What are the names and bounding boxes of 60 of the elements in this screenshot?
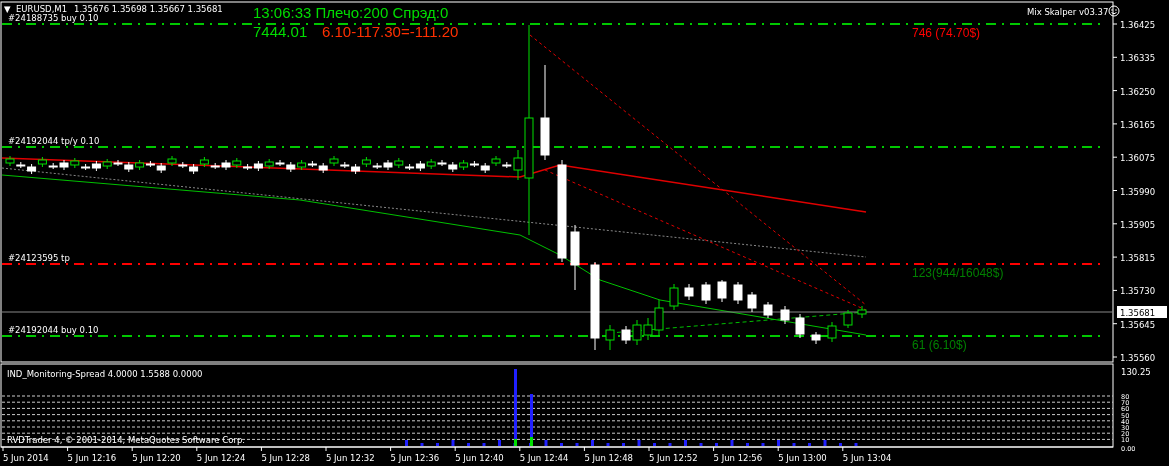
quotes-label: 1.35676 1.35698 1.35667 1.35681 xyxy=(74,4,223,14)
candle xyxy=(795,313,805,339)
candle xyxy=(843,309,853,329)
time-tick: 5 Jun 12:28 xyxy=(261,453,310,463)
price-tick: 1.35990 xyxy=(1120,186,1156,197)
candle xyxy=(669,283,679,311)
candle xyxy=(701,281,711,305)
price-tick: 1.35645 xyxy=(1120,319,1156,330)
price-tick: 1.35905 xyxy=(1120,219,1156,230)
price-tick: 1.36250 xyxy=(1120,86,1156,97)
candle xyxy=(780,305,790,325)
order-result: 123(944/16048$) xyxy=(912,266,1004,280)
candle xyxy=(570,224,580,291)
time-tick: 5 Jun 12:16 xyxy=(67,453,117,463)
price-tick: 1.36335 xyxy=(1120,53,1156,64)
order-label: #24123595 tp xyxy=(8,253,70,263)
indicator-title: IND_Monitoring-Spread 4.0000 1.5588 0.0000 xyxy=(7,369,203,379)
smiley-icon xyxy=(1108,5,1120,17)
time-tick: 5 Jun 12:52 xyxy=(649,453,698,463)
time-tick: 5 Jun 12:48 xyxy=(584,453,633,463)
time-tick: 5 Jun 13:00 xyxy=(778,453,827,463)
price-tick: 1.35560 xyxy=(1120,353,1156,363)
candle xyxy=(857,305,867,319)
time-tick: 5 Jun 2014 xyxy=(3,453,49,463)
price-tick: 1.35815 xyxy=(1120,253,1156,264)
clock-label: 13:06:33 Плечо:200 Спрэд:0 xyxy=(253,4,449,21)
expert-label: Mix Skalper v03.37 xyxy=(1027,7,1109,17)
price-tick: 1.36425 xyxy=(1120,20,1156,30)
time-tick: 5 Jun 12:32 xyxy=(326,453,375,463)
candle xyxy=(717,279,727,303)
symbol-label: EURUSD,M1 xyxy=(16,4,68,14)
price-tick: 1.36165 xyxy=(1120,119,1156,130)
time-tick: 5 Jun 13:04 xyxy=(842,453,892,463)
time-tick: 5 Jun 12:40 xyxy=(455,453,504,463)
candle xyxy=(811,331,821,345)
candle xyxy=(684,283,694,301)
candle xyxy=(632,319,642,346)
order-result: 61 (6.10$) xyxy=(912,338,967,352)
candle xyxy=(733,281,743,305)
profit-label: 6.10-117.30=-111.20 xyxy=(322,23,459,40)
candle xyxy=(827,321,837,343)
time-tick: 5 Jun 12:20 xyxy=(132,453,181,463)
dropdown-icon[interactable]: ▼ xyxy=(4,4,11,14)
order-label: #24188735 buy 0.10 xyxy=(8,13,99,23)
order-label: #24192044 tp/y 0.10 xyxy=(8,136,100,146)
price-tick: 1.36075 xyxy=(1120,153,1156,164)
candle xyxy=(621,325,631,345)
balance-label: 7444.01 xyxy=(253,23,308,40)
time-tick: 5 Jun 12:36 xyxy=(390,453,440,463)
time-tick: 5 Jun 12:44 xyxy=(519,453,569,463)
order-result: 746 (74.70$) xyxy=(912,26,981,40)
time-tick: 5 Jun 12:24 xyxy=(196,453,246,463)
candle xyxy=(605,324,615,351)
order-label: #24192044 buy 0.10 xyxy=(8,325,99,335)
current-price-tag: 1.35681 xyxy=(1117,306,1167,318)
time-tick: 5 Jun 12:56 xyxy=(713,453,763,463)
candle xyxy=(747,291,757,313)
price-tick: 1.35730 xyxy=(1120,286,1156,297)
candle xyxy=(763,301,773,319)
indicator-max: 130.25 xyxy=(1121,367,1151,377)
